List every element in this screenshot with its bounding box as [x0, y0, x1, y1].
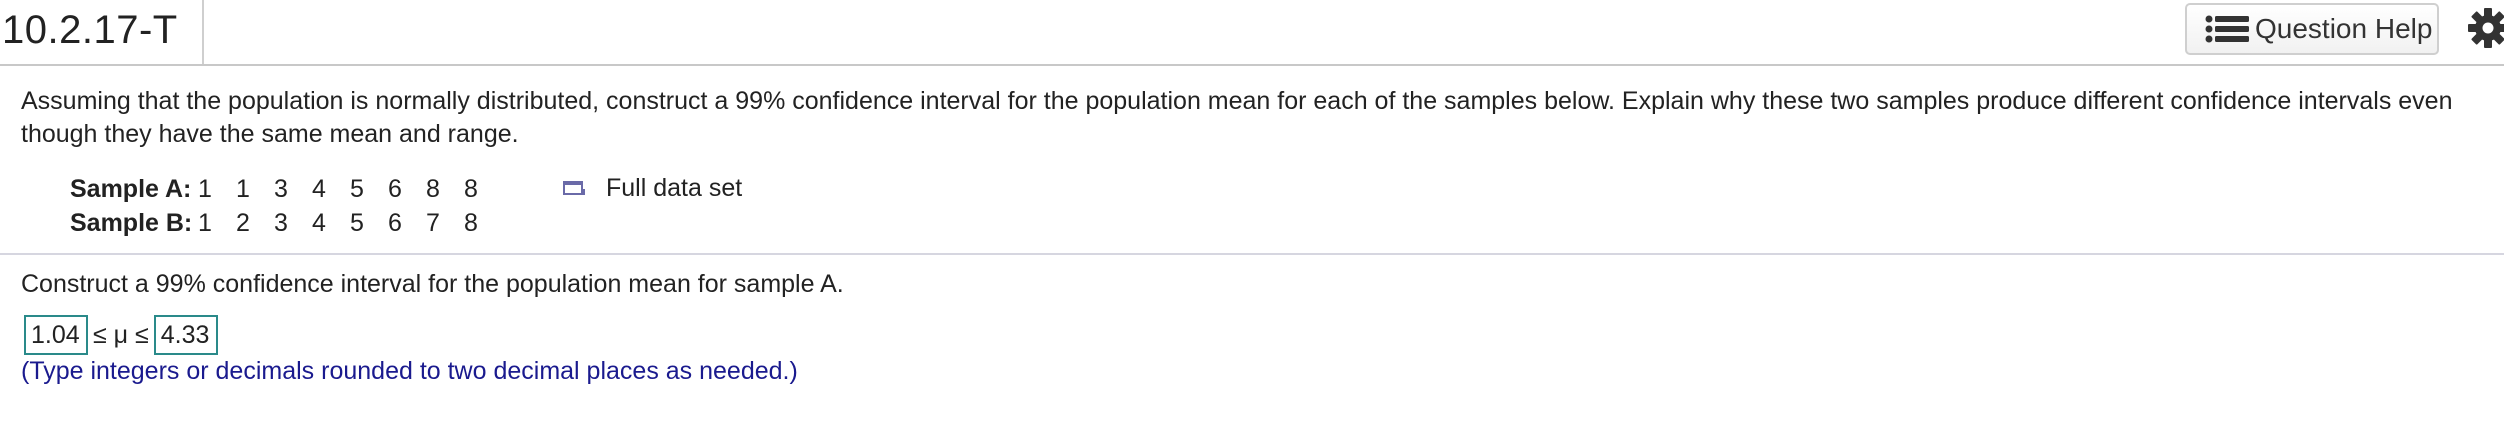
sample-value: 1	[198, 175, 212, 203]
sample-value: 6	[388, 175, 402, 203]
problem-statement: Assuming that the population is normally…	[21, 87, 2453, 148]
sample-b-row: Sample B: 1 2 3 4 5 6 7 8	[70, 206, 502, 240]
question-id: 10.2.17-T	[2, 8, 178, 52]
sample-value: 3	[274, 175, 288, 203]
sample-value: 2	[236, 209, 250, 237]
sample-value: 1	[198, 209, 212, 237]
sample-value: 1	[236, 175, 250, 203]
sample-value: 4	[312, 175, 326, 203]
section-divider	[0, 253, 2504, 255]
sample-value: 8	[464, 209, 478, 237]
popup-window-icon	[563, 180, 585, 195]
sample-value: 4	[312, 209, 326, 237]
lower-bound-input[interactable]: 1.04	[24, 315, 88, 355]
sample-a-values: 1 1 3 4 5 6 8 8	[198, 172, 502, 206]
full-data-set-link[interactable]: Full data set	[562, 174, 742, 203]
answer-hint: (Type integers or decimals rounded to tw…	[21, 357, 798, 385]
sample-b-label: Sample B:	[70, 209, 193, 237]
top-bar: 10.2.17-T Question Help	[0, 0, 2504, 66]
sample-value: 3	[274, 209, 288, 237]
header-divider	[202, 0, 204, 64]
inequality-symbol: ≤ μ ≤	[93, 320, 149, 349]
sample-value: 8	[464, 175, 478, 203]
question-help-button[interactable]: Question Help	[2185, 3, 2439, 55]
full-data-set-label: Full data set	[606, 174, 743, 202]
sample-b-values: 1 2 3 4 5 6 7 8	[198, 206, 502, 240]
gear-icon[interactable]	[2466, 6, 2504, 50]
sample-a-row: Sample A: 1 1 3 4 5 6 8 8	[70, 172, 502, 206]
sample-a-label: Sample A:	[70, 175, 192, 203]
upper-bound-input[interactable]: 4.33	[153, 315, 218, 355]
question-text: Construct a 99% confidence interval for …	[21, 270, 844, 298]
answer-row: 1.04 ≤ μ ≤ 4.33	[24, 315, 218, 355]
sample-value: 5	[350, 175, 364, 203]
question-help-label: Question Help	[2255, 13, 2433, 44]
list-icon	[2205, 15, 2249, 43]
sample-value: 7	[426, 209, 440, 237]
sample-value: 6	[388, 209, 402, 237]
sample-value: 5	[350, 209, 364, 237]
samples-block: Sample A: 1 1 3 4 5 6 8 8 Sample B: 1 2 …	[70, 172, 502, 240]
sample-value: 8	[426, 175, 440, 203]
